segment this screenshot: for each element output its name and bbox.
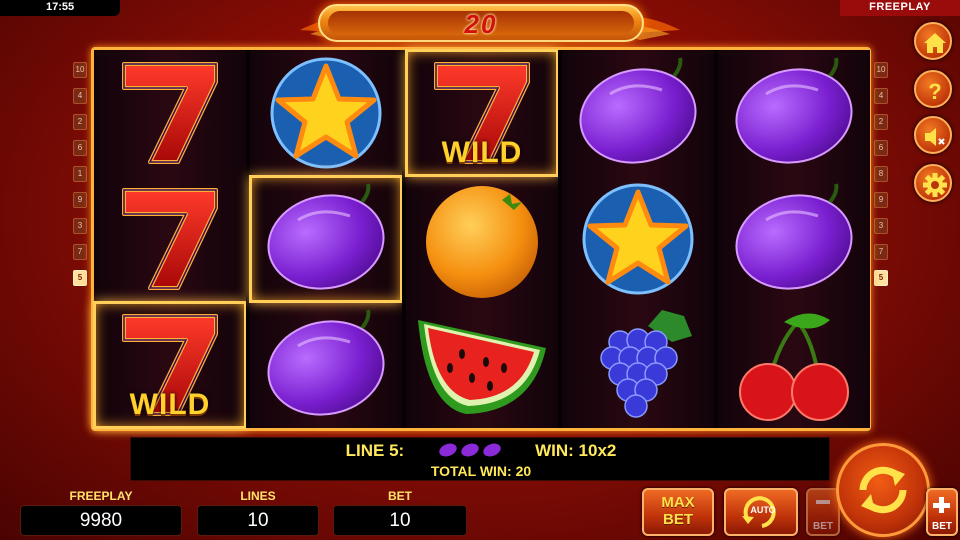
- clock-time: 17:55: [0, 0, 120, 16]
- spin-button[interactable]: [836, 443, 930, 537]
- symbol-plum: [562, 50, 714, 176]
- sound-button[interactable]: [914, 116, 952, 154]
- line-marker[interactable]: 2: [874, 114, 888, 130]
- lines-banner-value: 20: [464, 9, 498, 39]
- line-marker[interactable]: 4: [874, 88, 888, 104]
- symbol-star: [562, 176, 714, 302]
- line-marker[interactable]: 9: [874, 192, 888, 208]
- total-win: TOTAL WIN: 20: [430, 463, 532, 479]
- symbol-plum: [250, 302, 402, 428]
- line-marker[interactable]: 10: [73, 62, 87, 78]
- bet-value[interactable]: 10: [333, 505, 467, 536]
- line-marker[interactable]: 6: [874, 140, 888, 156]
- line-marker[interactable]: 7: [874, 244, 888, 260]
- line-markers-left: 10 4 2 6 1 9 3 7 5: [73, 62, 87, 296]
- reels-area: WILD WILD: [91, 47, 871, 431]
- max-bet-line2: BET: [663, 511, 693, 528]
- lines-banner: 20: [318, 4, 644, 42]
- symbol-star: [250, 50, 402, 176]
- max-bet-button[interactable]: MAX BET: [642, 488, 714, 536]
- win-line-row: LINE 5: WIN: 10x2: [131, 441, 831, 461]
- win-amount-label: WIN: 10x2: [535, 441, 617, 460]
- symbol-watermelon: [406, 302, 558, 428]
- svg-text:?: ?: [928, 79, 941, 104]
- bet-decrease-label: BET: [813, 521, 833, 532]
- symbol-seven: [94, 50, 246, 176]
- bet-increase-label: BET: [932, 521, 952, 532]
- line-markers-right: 10 4 2 6 8 9 3 7 5: [874, 62, 888, 296]
- line-marker[interactable]: 9: [73, 192, 87, 208]
- line-marker-active[interactable]: 5: [73, 270, 87, 286]
- line-marker[interactable]: 3: [874, 218, 888, 234]
- plum-icon: [438, 443, 501, 457]
- reel-5: [718, 50, 870, 428]
- bet-decrease-button[interactable]: BET: [806, 488, 840, 536]
- line-marker[interactable]: 7: [73, 244, 87, 260]
- spin-arrows-icon: [859, 466, 907, 514]
- symbol-seven: [94, 176, 246, 302]
- lines-value[interactable]: 10: [197, 505, 319, 536]
- line-marker[interactable]: 3: [73, 218, 87, 234]
- bet-label: BET: [388, 489, 412, 503]
- reel-2: [249, 50, 403, 428]
- help-button[interactable]: ?: [914, 70, 952, 108]
- symbol-plum: [718, 176, 870, 302]
- wild-label: WILD: [129, 388, 211, 421]
- symbol-plum: [718, 50, 870, 176]
- line-marker[interactable]: 2: [73, 114, 87, 130]
- line-marker[interactable]: 6: [73, 140, 87, 156]
- reel-1: WILD: [93, 50, 247, 429]
- win-info-bar: LINE 5: WIN: 10x2 TOTAL WIN: 20: [130, 437, 830, 481]
- settings-button[interactable]: [914, 164, 952, 202]
- home-icon: [924, 33, 946, 53]
- line-marker[interactable]: 4: [73, 88, 87, 104]
- reel-4: [562, 50, 714, 428]
- line-marker-active[interactable]: 5: [874, 270, 888, 286]
- auto-button[interactable]: AUTO: [724, 488, 798, 536]
- lines-label: LINES: [240, 489, 276, 503]
- freeplay-label: FREEPLAY: [69, 489, 133, 503]
- plus-icon: [933, 497, 950, 513]
- home-button[interactable]: [914, 22, 952, 60]
- gear-icon: [923, 173, 947, 197]
- wild-label: WILD: [441, 136, 523, 169]
- line-marker[interactable]: 1: [73, 166, 87, 182]
- symbol-plum: [249, 175, 403, 303]
- question-icon: ?: [928, 79, 941, 104]
- line-marker[interactable]: 8: [874, 166, 888, 182]
- symbol-cherries: [718, 302, 870, 428]
- freeplay-balance: 9980: [20, 505, 182, 536]
- symbol-orange: [406, 176, 558, 302]
- reel-3: WILD: [405, 49, 559, 428]
- auto-label: AUTO: [750, 505, 776, 515]
- minus-icon: [816, 500, 830, 504]
- symbol-seven-wild: WILD: [405, 49, 559, 177]
- win-line-label: LINE 5:: [345, 441, 405, 460]
- symbol-seven-wild: WILD: [93, 301, 247, 429]
- mode-badge: FREEPLAY: [840, 0, 960, 16]
- speaker-muted-icon: [925, 128, 945, 146]
- max-bet-line1: MAX: [661, 494, 695, 511]
- bet-increase-button[interactable]: BET: [926, 488, 958, 536]
- symbol-grapes: [562, 302, 714, 428]
- line-marker[interactable]: 10: [874, 62, 888, 78]
